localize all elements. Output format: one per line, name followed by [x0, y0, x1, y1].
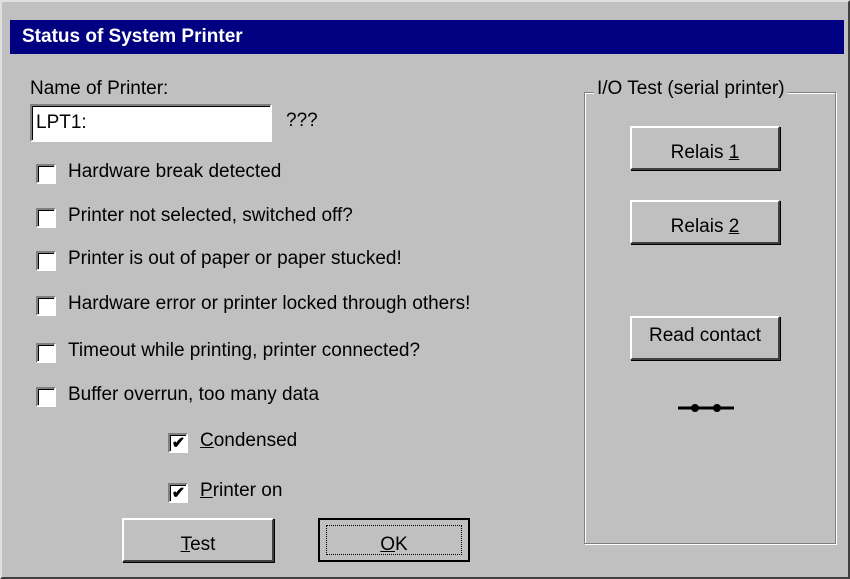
relais-2-button[interactable]: Relais 2	[630, 200, 780, 244]
printer-on-checkbox[interactable]: ✔	[168, 483, 188, 503]
io-test-group-title: I/O Test (serial printer)	[594, 78, 788, 100]
printer-status-text: ???	[286, 110, 318, 131]
printer-on-label: Printer on	[200, 480, 283, 501]
checkbox[interactable]	[36, 296, 56, 316]
contact-closed-icon	[678, 404, 734, 412]
status-flag-label: Buffer overrun, too many data	[68, 384, 320, 405]
checkbox[interactable]	[36, 164, 56, 184]
status-flag-label: Hardware error or printer locked through…	[68, 293, 471, 314]
status-flag-label: Hardware break detected	[68, 161, 282, 182]
status-flag-label: Printer is out of paper or paper stucked…	[68, 248, 402, 269]
read-contact-button[interactable]: Read contact	[630, 316, 780, 360]
ok-button[interactable]: OK	[318, 518, 470, 562]
dialog-window: Status of System Printer Name of Printer…	[0, 0, 850, 579]
relais-1-button[interactable]: Relais 1	[630, 126, 780, 170]
checkmark-icon: ✔	[170, 435, 186, 452]
checkmark-icon: ✔	[170, 485, 186, 502]
checkbox[interactable]	[36, 343, 56, 363]
test-button[interactable]: Test	[122, 518, 274, 562]
printer-name-label: Name of Printer:	[30, 78, 169, 99]
condensed-label: Condensed	[200, 430, 298, 451]
printer-name-value: LPT1:	[36, 112, 87, 133]
status-flag-label: Timeout while printing, printer connecte…	[68, 340, 421, 361]
checkbox[interactable]	[36, 251, 56, 271]
checkbox[interactable]	[36, 387, 56, 407]
printer-name-field[interactable]: LPT1:	[30, 104, 272, 142]
checkbox[interactable]	[36, 208, 56, 228]
status-flag-label: Printer not selected, switched off?	[68, 205, 353, 226]
window-title: Status of System Printer	[22, 26, 243, 47]
title-bar[interactable]: Status of System Printer	[10, 20, 844, 54]
condensed-checkbox[interactable]: ✔	[168, 433, 188, 453]
